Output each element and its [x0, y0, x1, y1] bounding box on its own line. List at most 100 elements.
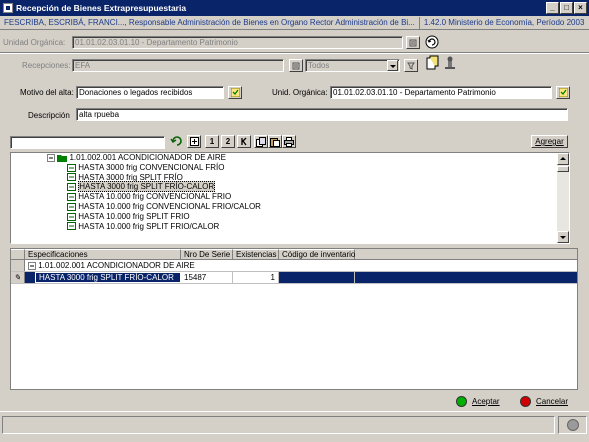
cell-existencias[interactable]: 1 — [233, 272, 279, 283]
list-icon — [409, 39, 417, 46]
scroll-thumb[interactable] — [557, 166, 569, 172]
filter-button[interactable] — [404, 59, 418, 72]
tree-item-label: HASTA 3000 frig CONVENCIONAL FRÍO — [78, 162, 225, 172]
tree-select-icon — [230, 88, 240, 97]
copy-icon — [256, 136, 266, 147]
tree-item[interactable]: HASTA 10.000 frig SPLIT FRIO/CALOR — [11, 222, 569, 232]
unidad-label: Unidad Orgánica: — [3, 38, 66, 47]
col-especificaciones[interactable]: Especificaciones — [25, 249, 181, 259]
window-title: Recepción de Bienes Extrapresupuestaria — [16, 3, 187, 13]
green-dot-icon — [456, 395, 467, 407]
divider — [0, 52, 589, 54]
item-icon — [67, 193, 76, 202]
tree-item-label: HASTA 10.000 frig CONVENCIONAL FRIO — [78, 192, 232, 202]
col-nro-serie[interactable]: Nro De Serie — [181, 249, 233, 259]
group-cell[interactable]: 1.01.002.001 ACONDICIONADOR DE AIRE — [25, 260, 355, 271]
lookup-motivo-button[interactable] — [228, 86, 242, 99]
status-indicator — [558, 416, 587, 434]
close-button[interactable]: × — [574, 2, 587, 14]
responsable-info: FESCRIBA, ESCRIBÁ, FRANCI..., Responsabl… — [4, 18, 415, 27]
edit-indicator-icon: ✎ — [11, 272, 25, 283]
motivo-field[interactable]: Donaciones o legados recibidos — [76, 86, 224, 99]
item-icon — [67, 202, 76, 211]
cancelar-label: Cancelar — [536, 396, 569, 406]
filter-icon — [407, 62, 415, 70]
tree-root-label: 1.01.002.001 ACONDICIONADOR DE AIRE — [69, 153, 226, 162]
scroll-down-button[interactable] — [557, 231, 569, 243]
paste-icon — [270, 137, 280, 147]
cell-especificaciones[interactable]: HASTA 3000 frig SPLIT FRÍO-CALOR — [35, 272, 181, 283]
print-icon — [284, 136, 294, 147]
level-2-button[interactable]: 2 — [221, 135, 235, 148]
search-input[interactable] — [10, 136, 165, 149]
red-dot-icon — [520, 395, 531, 407]
stamp-icon[interactable] — [442, 55, 458, 71]
chevron-down-icon — [560, 236, 566, 239]
k-icon — [240, 137, 247, 146]
todos-value: Todos — [308, 61, 330, 70]
aceptar-button[interactable]: Aceptar — [456, 393, 500, 409]
unid-organica-field[interactable]: 01.01.02.03.01.10 - Departamento Patrimo… — [330, 86, 552, 99]
tree-item[interactable]: HASTA 10.000 frig CONVENCIONAL FRIO — [11, 192, 569, 202]
tree-scrollbar[interactable] — [557, 153, 569, 243]
group-row[interactable]: 1.01.002.001 ACONDICIONADOR DE AIRE — [11, 260, 577, 272]
cell-nro-serie[interactable]: 15487 — [181, 272, 233, 283]
collapse-icon[interactable] — [47, 153, 55, 162]
paste-button[interactable] — [268, 135, 282, 148]
refresh-icon[interactable] — [424, 34, 440, 50]
info-bar: FESCRIBA, ESCRIBÁ, FRANCI..., Responsabl… — [0, 16, 589, 30]
aceptar-label: Aceptar — [472, 396, 500, 406]
chevron-up-icon — [560, 157, 566, 160]
lookup-recepciones-button[interactable] — [289, 59, 303, 72]
group-label: 1.01.002.001 ACONDICIONADOR DE AIRE — [38, 261, 195, 270]
item-icon — [67, 173, 76, 182]
collapse-icon[interactable] — [28, 261, 36, 270]
row-indicator-header — [11, 249, 25, 259]
tree-item[interactable]: HASTA 10.000 frig CONVENCIONAL FRIO/CALO… — [11, 202, 569, 212]
agregar-button[interactable]: Agregar — [531, 135, 568, 148]
tree-select-icon — [558, 88, 568, 97]
cell-codigo-inventario[interactable] — [279, 272, 355, 283]
descripcion-field[interactable]: alta rpueba — [76, 108, 568, 121]
copy-button[interactable] — [254, 135, 268, 148]
unid-organica-label: Unid. Orgánica: — [272, 88, 328, 97]
tree-item[interactable]: HASTA 3000 frig CONVENCIONAL FRÍO — [11, 163, 569, 173]
recepciones-field: EFA — [72, 59, 284, 72]
unidad-field: 01.01.02.03.01.10 - Departamento Patrimo… — [72, 36, 403, 49]
grid-header: Especificaciones Nro De Serie Existencia… — [11, 249, 577, 260]
items-grid[interactable]: Especificaciones Nro De Serie Existencia… — [10, 248, 578, 390]
tree-item-label: HASTA 10.000 frig SPLIT FRIO/CALOR — [78, 221, 220, 231]
col-codigo-inventario[interactable]: Código de inventario — [279, 249, 355, 259]
agregar-label: Agregar — [535, 137, 564, 146]
tree-item-label: HASTA 10.000 frig SPLIT FRIO — [78, 211, 190, 221]
lookup-unidad-button[interactable] — [406, 36, 420, 49]
print-button[interactable] — [282, 135, 296, 148]
expand-button[interactable] — [187, 135, 201, 148]
item-icon — [67, 212, 76, 221]
lookup-unid-organica-button[interactable] — [556, 86, 570, 99]
recepciones-label: Recepciones: — [22, 61, 71, 70]
cancelar-button[interactable]: Cancelar — [520, 393, 568, 409]
tree-root[interactable]: 1.01.002.001 ACONDICIONADOR DE AIRE — [11, 153, 569, 163]
status-panel — [2, 416, 555, 434]
level-1-button[interactable]: 1 — [205, 135, 219, 148]
scroll-up-button[interactable] — [557, 153, 569, 165]
status-bar — [0, 411, 589, 442]
col-existencias[interactable]: Existencias — [233, 249, 279, 259]
maximize-button[interactable]: □ — [560, 2, 573, 14]
table-row[interactable]: ✎ HASTA 3000 frig SPLIT FRÍO-CALOR 15487… — [11, 272, 577, 284]
catalog-tree[interactable]: 1.01.002.001 ACONDICIONADOR DE AIRE HAST… — [10, 152, 570, 244]
undo-icon[interactable] — [170, 135, 184, 148]
tree-item-label: HASTA 3000 frig SPLIT FRÍO — [78, 172, 183, 182]
chevron-down-icon[interactable] — [387, 60, 398, 71]
descripcion-label: Descripción — [28, 111, 70, 120]
list-icon — [292, 62, 300, 69]
row-indicator — [11, 260, 25, 271]
motivo-label: Motivo del alta: — [20, 88, 74, 97]
tree-item[interactable]: HASTA 10.000 frig SPLIT FRIO — [11, 212, 569, 222]
minimize-button[interactable]: _ — [546, 2, 559, 14]
new-document-icon[interactable] — [424, 55, 440, 71]
todos-select[interactable]: Todos — [305, 59, 400, 72]
tree-item-selected[interactable]: HASTA 3000 frig SPLIT FRÍO-CALOR — [11, 181, 569, 193]
level-k-button[interactable] — [237, 135, 251, 148]
